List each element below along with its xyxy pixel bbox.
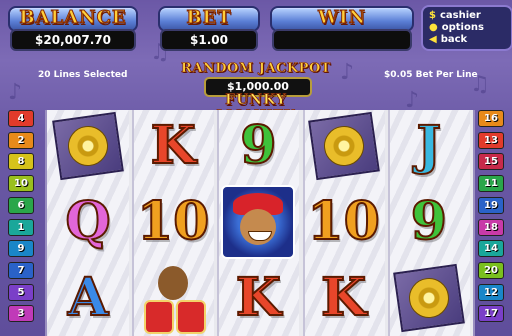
reel-symbol: 9 <box>388 184 470 260</box>
balance-label: BALANCE <box>19 7 127 29</box>
menu-item-label: back <box>440 34 468 45</box>
lines-selected-text: 20 Lines Selected <box>38 70 128 80</box>
reel-symbol: J <box>388 108 470 184</box>
line-tab-19[interactable]: 19 <box>478 196 504 214</box>
card-symbol-label: 9 <box>410 191 448 252</box>
drummer-monkey-symbol <box>132 260 214 336</box>
bet-per-line-text: $0.05 Bet Per Line <box>384 70 478 80</box>
line-tab-6[interactable]: 6 <box>8 196 34 214</box>
menu-item-label: cashier <box>439 10 481 21</box>
balance-value: $20,007.70 <box>10 29 136 51</box>
line-tab-1[interactable]: 1 <box>8 218 34 236</box>
reel-2: K 10 <box>132 108 215 336</box>
line-tab-18[interactable]: 18 <box>478 218 504 236</box>
card-symbol-label: 10 <box>306 191 380 252</box>
side-menu: $ cashier ● options ◀ back <box>421 5 512 51</box>
music-note-icon: ♪ <box>340 60 355 85</box>
card-symbol-label: K <box>150 115 197 176</box>
reel-3: 9K <box>217 108 300 336</box>
card-symbol-label: 10 <box>136 191 210 252</box>
drummer-monkey-icon <box>136 262 210 334</box>
menu-item-options[interactable]: ● options <box>429 22 484 34</box>
gold-record-symbol <box>47 108 129 184</box>
game-screen: ♫ ♪ ♫ ♪ ♪ BALANCE $20,007.70 BET $1.00 W… <box>0 0 512 336</box>
bet-label: BET <box>186 7 232 29</box>
reel-symbol: 10 <box>132 184 214 260</box>
line-tab-7[interactable]: 7 <box>8 261 34 279</box>
line-tab-16[interactable]: 16 <box>478 110 504 127</box>
funky-monkey-icon <box>221 185 296 259</box>
reel-symbol: Q <box>47 184 129 260</box>
arrow-left-icon: ◀ <box>429 34 437 45</box>
line-tab-3[interactable]: 3 <box>8 305 34 323</box>
line-tab-13[interactable]: 13 <box>478 131 504 149</box>
reel-symbol: K <box>217 260 299 336</box>
win-label: WIN <box>317 7 367 29</box>
card-symbol-label: J <box>416 115 443 176</box>
line-tab-8[interactable]: 8 <box>8 153 34 171</box>
menu-item-label: options <box>441 22 484 33</box>
jackpot-title: RANDOM JACKPOT <box>181 61 331 77</box>
card-symbol-label: K <box>235 267 282 328</box>
dollar-icon: $ <box>429 10 436 21</box>
music-note-icon: ♪ <box>8 80 23 105</box>
line-tab-9[interactable]: 9 <box>8 240 34 258</box>
line-tab-10[interactable]: 10 <box>8 175 34 193</box>
line-tab-5[interactable]: 5 <box>8 283 34 301</box>
gold-record-icon <box>307 111 380 181</box>
reel-symbol: 10 <box>303 184 385 260</box>
line-tab-15[interactable]: 15 <box>478 153 504 171</box>
card-symbol-label: 9 <box>239 115 277 176</box>
line-tab-17[interactable]: 17 <box>478 305 504 323</box>
reel-1: QA <box>47 110 129 336</box>
line-tab-2[interactable]: 2 <box>8 131 34 149</box>
menu-item-cashier[interactable]: $ cashier <box>429 10 481 22</box>
line-tab-12[interactable]: 12 <box>478 283 504 301</box>
reel-symbol: K <box>132 108 214 184</box>
gold-record-icon <box>52 111 124 181</box>
line-tab-11[interactable]: 11 <box>478 175 504 193</box>
win-value <box>272 29 412 51</box>
card-symbol-label: A <box>67 267 109 328</box>
gold-record-symbol <box>303 108 385 184</box>
gold-record-icon <box>392 263 465 333</box>
reel-symbol: K <box>303 260 385 336</box>
reel-symbol: A <box>47 260 129 336</box>
bet-value: $1.00 <box>160 29 258 51</box>
line-tab-20[interactable]: 20 <box>478 261 504 279</box>
reel-area: Q A K 10 9 K 10 K J 9 <box>45 110 475 336</box>
line-tab-14[interactable]: 14 <box>478 240 504 258</box>
card-symbol-label: K <box>320 267 367 328</box>
reel-symbol: 9 <box>217 108 299 184</box>
reel-4: 10 K <box>302 108 385 336</box>
menu-item-back[interactable]: ◀ back <box>429 34 467 46</box>
card-symbol-label: Q <box>64 191 111 252</box>
gold-record-symbol <box>388 260 470 336</box>
line-tab-4[interactable]: 4 <box>8 110 34 127</box>
reel-5: J9 <box>387 108 470 336</box>
monkey-wild-symbol <box>217 184 299 260</box>
circle-icon: ● <box>429 22 438 33</box>
